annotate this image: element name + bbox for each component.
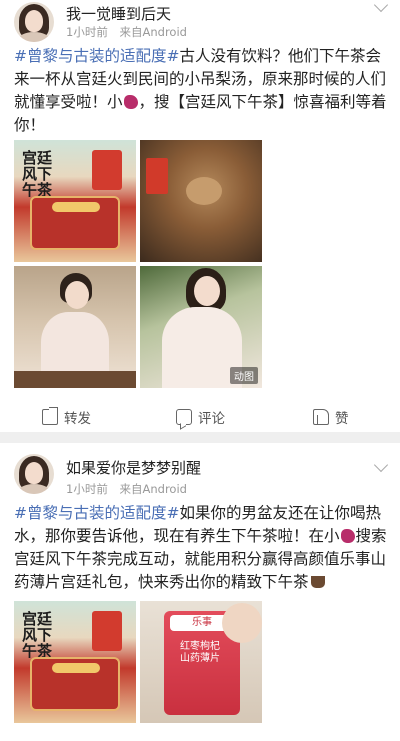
avatar[interactable]	[14, 454, 54, 494]
post-image-poster[interactable]: 宫廷风下午茶	[14, 140, 136, 262]
post-text: #曾黎与古装的适配度#如果你的男盆友还在让你喝热水，那你要告诉他，现在有养生下午…	[14, 502, 388, 594]
post-meta: 1小时前 来自Android	[66, 24, 195, 40]
like-button[interactable]: 赞	[313, 406, 349, 428]
post-image-teaset[interactable]	[140, 140, 262, 262]
comment-button[interactable]: 评论	[176, 406, 225, 428]
post-image-woman-animated[interactable]: 动图	[140, 266, 262, 388]
action-bar: 转发 评论 赞	[0, 406, 400, 428]
username[interactable]: 如果爱你是梦梦别醒	[66, 457, 201, 478]
hashtag-link[interactable]: #曾黎与古装的适配度#	[14, 504, 179, 522]
repost-label: 转发	[64, 411, 91, 427]
gif-badge: 动图	[230, 367, 258, 384]
post-card-2[interactable]: 如果爱你是梦梦别醒 1小时前 来自Android #曾黎与古装的适配度#如果你的…	[0, 443, 400, 741]
like-label: 赞	[335, 411, 349, 427]
avatar[interactable]	[14, 2, 54, 42]
comment-label: 评论	[198, 411, 225, 427]
poster-title: 宫廷风下午茶	[22, 149, 53, 199]
post-text: #曾黎与古装的适配度#古人没有饮料？他们下午茶会来一杯从宫廷火到民间的小吊梨汤，…	[14, 45, 388, 137]
repost-button[interactable]: 转发	[42, 406, 91, 428]
post-source: 来自Android	[119, 482, 187, 496]
post-source: 来自Android	[119, 25, 187, 39]
post-time: 1小时前	[66, 25, 108, 39]
post-image-woman[interactable]	[14, 266, 136, 388]
poster-title: 宫廷风下午茶	[22, 610, 53, 660]
sweet-potato-emoji-icon	[340, 529, 355, 543]
comment-icon	[176, 409, 192, 425]
chevron-down-icon[interactable]	[373, 0, 389, 13]
post-image-poster[interactable]: 宫廷风下午茶	[14, 601, 136, 723]
hashtag-link[interactable]: #曾黎与古装的适配度#	[14, 47, 179, 65]
package-label: 红枣枸杞山药薄片	[180, 641, 220, 664]
sweet-potato-emoji-icon	[123, 95, 138, 109]
post-image-snack-bag[interactable]: 乐事 红枣枸杞山药薄片	[140, 601, 262, 723]
coffee-emoji-icon	[310, 576, 325, 588]
repost-icon	[42, 409, 58, 425]
post-divider	[0, 432, 400, 443]
chevron-down-icon[interactable]	[373, 457, 389, 473]
post-card-1[interactable]: 我一觉睡到后天 1小时前 来自Android #曾黎与古装的适配度#古人没有饮料…	[0, 0, 400, 432]
username[interactable]: 我一觉睡到后天	[66, 3, 171, 24]
like-icon	[313, 409, 329, 425]
post-time: 1小时前	[66, 482, 108, 496]
post-meta: 1小时前 来自Android	[66, 481, 195, 497]
